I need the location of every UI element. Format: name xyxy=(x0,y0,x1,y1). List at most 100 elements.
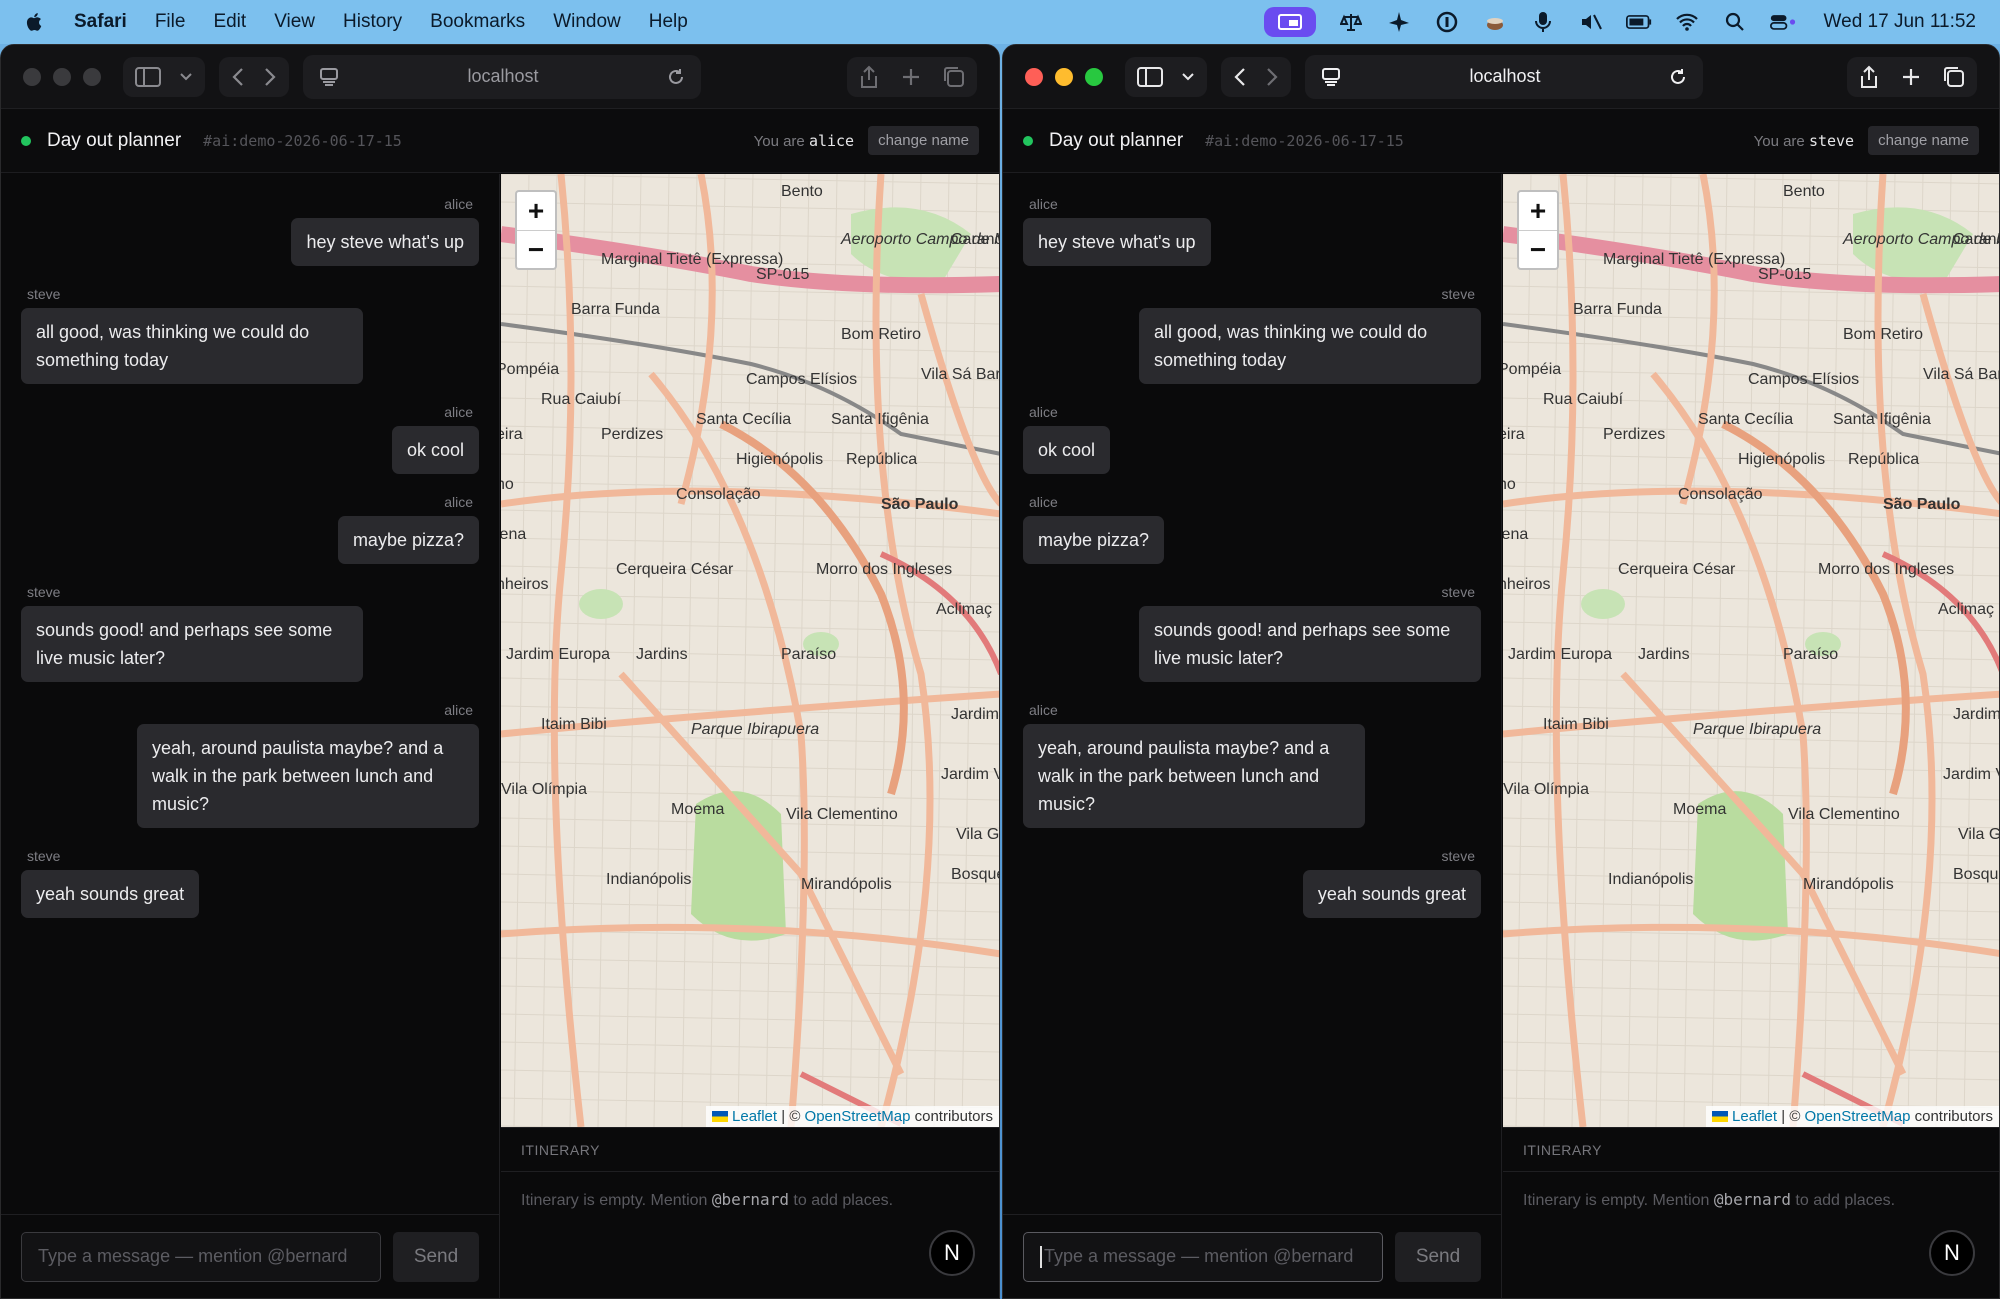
search-icon[interactable] xyxy=(1722,11,1748,33)
message-input[interactable]: Type a message — mention @bernard xyxy=(1023,1231,1383,1282)
map-label: Jardim Europa xyxy=(1508,646,1612,663)
message-author: steve xyxy=(1441,848,1475,864)
message-bubble: all good, was thinking we could do somet… xyxy=(1139,308,1481,384)
screen-sharing-icon[interactable] xyxy=(1263,7,1316,37)
sidebar-icon[interactable] xyxy=(1137,66,1163,87)
message-input[interactable]: Type a message — mention @bernard xyxy=(21,1231,381,1282)
zoom-in-button[interactable]: + xyxy=(1519,192,1557,230)
map-label: Consolação xyxy=(1678,486,1763,503)
back-icon[interactable] xyxy=(231,67,245,87)
zoom-window-button[interactable] xyxy=(83,67,101,86)
zoom-out-button[interactable]: − xyxy=(1519,230,1557,268)
microphone-icon[interactable] xyxy=(1530,11,1556,33)
menu-history[interactable]: History xyxy=(343,11,402,33)
chat-message: steve all good, was thinking we could do … xyxy=(21,286,479,384)
minimize-window-button[interactable] xyxy=(1055,67,1073,86)
map-label: Paraíso xyxy=(1783,646,1838,663)
current-user-label: You are steve xyxy=(1754,132,1855,150)
airplane-icon[interactable] xyxy=(1386,11,1412,33)
chat-message: steve sounds good! and perhaps see some l… xyxy=(21,584,479,682)
menu-edit[interactable]: Edit xyxy=(213,11,246,33)
close-window-button[interactable] xyxy=(23,67,41,86)
address-bar[interactable]: localhost xyxy=(1305,54,1703,99)
menu-window[interactable]: Window xyxy=(553,11,621,33)
leaflet-link[interactable]: Leaflet xyxy=(1732,1108,1777,1125)
wifi-icon[interactable] xyxy=(1674,11,1700,33)
window-controls xyxy=(23,67,101,86)
message-author: alice xyxy=(444,404,473,420)
map-view[interactable]: BentoAeroporto Campo de MarteCarandMargi… xyxy=(1503,174,1999,1127)
change-name-button[interactable]: change name xyxy=(1868,126,1979,155)
apple-icon[interactable] xyxy=(24,11,46,33)
menu-bookmarks[interactable]: Bookmarks xyxy=(430,11,525,33)
tab-overview-icon[interactable] xyxy=(1943,66,1965,88)
openstreetmap-link[interactable]: OpenStreetMap xyxy=(805,1108,911,1125)
new-tab-icon[interactable] xyxy=(901,67,921,87)
map-label: Bom Retiro xyxy=(841,326,921,343)
message-author: alice xyxy=(1029,404,1058,420)
back-icon[interactable] xyxy=(1233,67,1247,87)
app-title: Day out planner xyxy=(47,129,182,151)
map-label: eira xyxy=(1503,426,1525,443)
menu-view[interactable]: View xyxy=(274,11,315,33)
chevron-down-icon[interactable] xyxy=(1181,72,1195,82)
map-label: Higienópolis xyxy=(1738,451,1825,468)
tab-overview-icon[interactable] xyxy=(943,66,965,88)
menubar-clock[interactable]: Wed 17 Jun 11:52 xyxy=(1824,11,1976,33)
map-label: Jardim xyxy=(951,706,999,723)
zoom-in-button[interactable]: + xyxy=(517,192,555,230)
message-author: steve xyxy=(1441,584,1475,600)
chevron-down-icon[interactable] xyxy=(179,72,193,82)
message-bubble: yeah, around paulista maybe? and a walk … xyxy=(137,724,479,828)
map-label: Campos Elísios xyxy=(746,371,857,388)
leaflet-link[interactable]: Leaflet xyxy=(732,1108,777,1125)
share-icon[interactable] xyxy=(1859,65,1879,89)
map-label: Rua Caiubí xyxy=(541,391,622,408)
message-list: alice hey steve what's up steve all good, w… xyxy=(1003,174,1501,960)
sidebar-icon[interactable] xyxy=(135,66,161,87)
new-tab-icon[interactable] xyxy=(1901,67,1921,87)
reload-icon[interactable] xyxy=(667,68,685,86)
reload-icon[interactable] xyxy=(1669,68,1687,86)
menu-app-name[interactable]: Safari xyxy=(74,11,127,33)
page-menu-icon[interactable] xyxy=(319,67,339,86)
attribution-suffix: contributors xyxy=(914,1108,993,1125)
menu-help[interactable]: Help xyxy=(649,11,688,33)
address-bar[interactable]: localhost xyxy=(303,54,701,99)
mute-icon[interactable] xyxy=(1578,11,1604,33)
map-label: Bosque Saúd xyxy=(1953,866,1999,883)
zoom-out-button[interactable]: − xyxy=(517,230,555,268)
close-window-button[interactable] xyxy=(1025,67,1043,86)
message-input-placeholder: Type a message — mention @bernard xyxy=(1044,1246,1354,1266)
zoom-window-button[interactable] xyxy=(1085,67,1103,86)
message-author: steve xyxy=(27,848,61,864)
nextjs-badge[interactable]: N xyxy=(1929,1230,1975,1276)
channel-id: #ai:demo-2026-06-17-15 xyxy=(203,131,402,150)
forward-icon[interactable] xyxy=(1265,67,1279,87)
send-button[interactable]: Send xyxy=(1395,1231,1481,1282)
minimize-window-button[interactable] xyxy=(53,67,71,86)
change-name-button[interactable]: change name xyxy=(868,126,979,155)
password-manager-icon[interactable] xyxy=(1434,11,1460,33)
openstreetmap-link[interactable]: OpenStreetMap xyxy=(1805,1108,1911,1125)
nextjs-badge[interactable]: N xyxy=(929,1230,975,1276)
current-user-name: alice xyxy=(808,131,855,150)
forward-icon[interactable] xyxy=(263,67,277,87)
itinerary-empty-message: Itinerary is empty. Mention @bernard to … xyxy=(1503,1172,1999,1228)
coffee-icon[interactable] xyxy=(1482,11,1508,33)
control-center-icon[interactable] xyxy=(1769,11,1796,33)
share-icon[interactable] xyxy=(859,65,879,89)
map-label: República xyxy=(846,451,917,468)
itinerary-empty-prefix: Itinerary is empty. Mention xyxy=(521,1192,708,1209)
online-indicator xyxy=(21,135,31,146)
send-button[interactable]: Send xyxy=(393,1231,479,1282)
map-label: Carand xyxy=(1953,231,1999,248)
map-label: Itaim Bibi xyxy=(541,716,607,733)
battery-icon[interactable] xyxy=(1625,11,1652,33)
menu-file[interactable]: File xyxy=(155,11,186,33)
map-view[interactable]: BentoAeroporto Campo de MarteCarandMargi… xyxy=(501,174,999,1127)
scales-icon[interactable] xyxy=(1338,11,1364,33)
page-menu-icon[interactable] xyxy=(1321,67,1341,86)
message-author: alice xyxy=(1029,196,1058,212)
map-label: Parque Ibirapuera xyxy=(1693,721,1821,738)
